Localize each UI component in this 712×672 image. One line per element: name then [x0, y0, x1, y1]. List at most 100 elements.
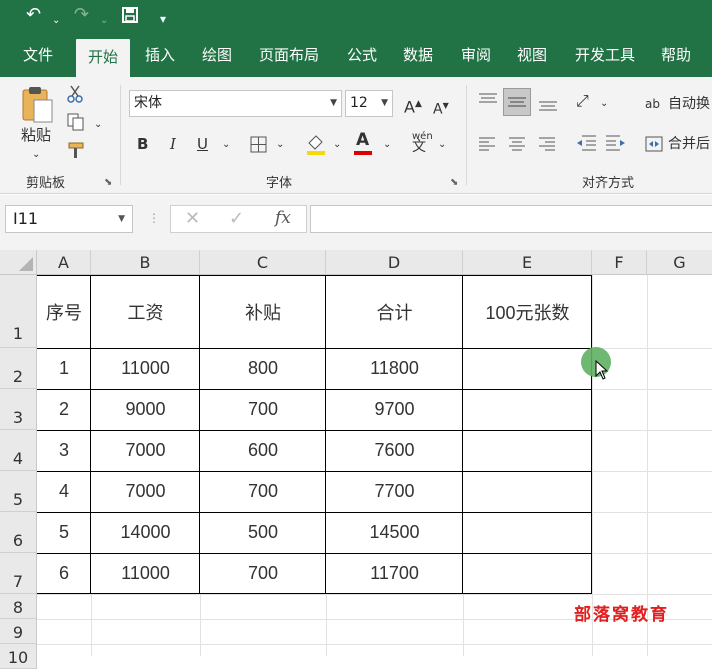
- table-cell[interactable]: 7700: [326, 471, 463, 512]
- phonetic-guide-icon[interactable]: wén 文: [412, 131, 433, 154]
- font-color-dropdown-icon[interactable]: ⌄: [383, 135, 391, 155]
- table-cell[interactable]: 7600: [326, 430, 463, 471]
- align-middle-button[interactable]: [503, 88, 531, 116]
- bold-button[interactable]: B: [137, 134, 148, 154]
- table-cell[interactable]: [463, 471, 592, 512]
- table-header-cell[interactable]: 100元张数: [463, 275, 592, 348]
- fill-color-icon[interactable]: [305, 133, 327, 155]
- copy-icon[interactable]: [67, 113, 85, 131]
- paste-label[interactable]: 粘贴: [21, 125, 51, 145]
- table-cell[interactable]: 700: [200, 471, 326, 512]
- table-cell[interactable]: 500: [200, 512, 326, 553]
- font-color-icon[interactable]: A: [356, 130, 369, 150]
- undo-dropdown-icon[interactable]: ⌄: [52, 10, 60, 32]
- column-header-c[interactable]: C: [200, 250, 326, 275]
- row-header-4[interactable]: 4: [0, 430, 37, 471]
- paste-icon[interactable]: [20, 85, 54, 123]
- wrap-text-button[interactable]: 自动换: [668, 94, 710, 114]
- table-cell[interactable]: 11700: [326, 553, 463, 594]
- clipboard-launcher-icon[interactable]: ⬊: [104, 177, 112, 188]
- table-cell[interactable]: 800: [200, 348, 326, 389]
- save-icon[interactable]: [122, 7, 138, 23]
- table-header-cell[interactable]: 序号: [37, 275, 91, 348]
- tab-view[interactable]: 视图: [506, 34, 558, 77]
- table-cell[interactable]: [463, 389, 592, 430]
- tab-page-layout[interactable]: 页面布局: [250, 34, 328, 77]
- row-header-7[interactable]: 7: [0, 553, 37, 594]
- fill-color-dropdown-icon[interactable]: ⌄: [333, 135, 341, 155]
- shrink-font-icon[interactable]: A▼: [433, 96, 449, 120]
- table-cell[interactable]: 7000: [91, 471, 200, 512]
- wrap-text-icon[interactable]: ab: [645, 94, 660, 114]
- font-size-select[interactable]: 12 ▼: [345, 90, 393, 117]
- table-cell[interactable]: 9700: [326, 389, 463, 430]
- insert-function-icon[interactable]: fx: [275, 208, 291, 228]
- copy-dropdown-icon[interactable]: ⌄: [94, 115, 102, 135]
- formula-input[interactable]: [310, 205, 712, 233]
- table-cell[interactable]: [463, 553, 592, 594]
- align-right-icon[interactable]: [539, 137, 555, 151]
- tab-draw[interactable]: 绘图: [191, 34, 243, 77]
- column-header-b[interactable]: B: [91, 250, 200, 275]
- table-cell[interactable]: 11000: [91, 553, 200, 594]
- tab-help[interactable]: 帮助: [650, 34, 702, 77]
- merge-center-button[interactable]: 合并后: [668, 134, 710, 154]
- redo-dropdown-icon[interactable]: ⌄: [100, 10, 108, 32]
- tab-home[interactable]: 开始: [76, 39, 130, 77]
- row-header-2[interactable]: 2: [0, 348, 37, 389]
- row-header-5[interactable]: 5: [0, 471, 37, 512]
- font-name-select[interactable]: 宋体 ▼: [129, 90, 342, 117]
- orientation-dropdown-icon[interactable]: ⌄: [600, 94, 608, 114]
- row-header-9[interactable]: 9: [0, 619, 37, 644]
- table-cell[interactable]: 700: [200, 553, 326, 594]
- italic-button[interactable]: I: [170, 134, 176, 154]
- font-launcher-icon[interactable]: ⬊: [450, 177, 458, 188]
- tab-review[interactable]: 审阅: [450, 34, 502, 77]
- redo-icon[interactable]: ↷: [74, 4, 89, 26]
- tab-file[interactable]: 文件: [12, 34, 64, 77]
- splitter-handle-icon[interactable]: ⋮: [148, 211, 160, 225]
- table-cell[interactable]: 7000: [91, 430, 200, 471]
- table-cell[interactable]: 2: [37, 389, 91, 430]
- align-top-icon[interactable]: [479, 93, 497, 107]
- table-cell[interactable]: 11000: [91, 348, 200, 389]
- table-cell[interactable]: [463, 512, 592, 553]
- row-header-3[interactable]: 3: [0, 389, 37, 430]
- column-header-e[interactable]: E: [463, 250, 592, 275]
- borders-icon[interactable]: [250, 136, 267, 153]
- decrease-indent-icon[interactable]: [576, 135, 596, 151]
- column-header-a[interactable]: A: [37, 250, 91, 275]
- tab-insert[interactable]: 插入: [134, 34, 186, 77]
- borders-dropdown-icon[interactable]: ⌄: [276, 135, 284, 155]
- table-cell[interactable]: 5: [37, 512, 91, 553]
- cancel-icon[interactable]: ✕: [185, 208, 200, 229]
- table-cell[interactable]: 11800: [326, 348, 463, 389]
- merge-center-icon[interactable]: [645, 136, 663, 152]
- column-header-d[interactable]: D: [326, 250, 463, 275]
- column-header-f[interactable]: F: [592, 250, 647, 275]
- paste-dropdown-icon[interactable]: ⌄: [32, 145, 40, 165]
- row-header-10[interactable]: 10: [0, 644, 37, 669]
- underline-dropdown-icon[interactable]: ⌄: [222, 135, 230, 155]
- table-header-cell[interactable]: 合计: [326, 275, 463, 348]
- row-header-6[interactable]: 6: [0, 512, 37, 553]
- table-cell[interactable]: 14500: [326, 512, 463, 553]
- table-cell[interactable]: [463, 430, 592, 471]
- row-header-1[interactable]: 1: [0, 275, 37, 348]
- tab-formulas[interactable]: 公式: [336, 34, 388, 77]
- tab-data[interactable]: 数据: [392, 34, 444, 77]
- underline-button[interactable]: U: [197, 134, 208, 154]
- table-cell[interactable]: 700: [200, 389, 326, 430]
- table-header-cell[interactable]: 补贴: [200, 275, 326, 348]
- table-cell[interactable]: 9000: [91, 389, 200, 430]
- enter-icon[interactable]: ✓: [229, 208, 244, 229]
- name-box[interactable]: I11 ▼: [5, 205, 133, 233]
- phonetic-dropdown-icon[interactable]: ⌄: [438, 135, 446, 155]
- grow-font-icon[interactable]: A▲: [404, 94, 422, 117]
- align-bottom-icon[interactable]: [539, 99, 557, 113]
- row-header-8[interactable]: 8: [0, 594, 37, 619]
- table-cell[interactable]: 4: [37, 471, 91, 512]
- table-header-cell[interactable]: 工资: [91, 275, 200, 348]
- table-cell[interactable]: 600: [200, 430, 326, 471]
- align-center-icon[interactable]: [509, 137, 525, 151]
